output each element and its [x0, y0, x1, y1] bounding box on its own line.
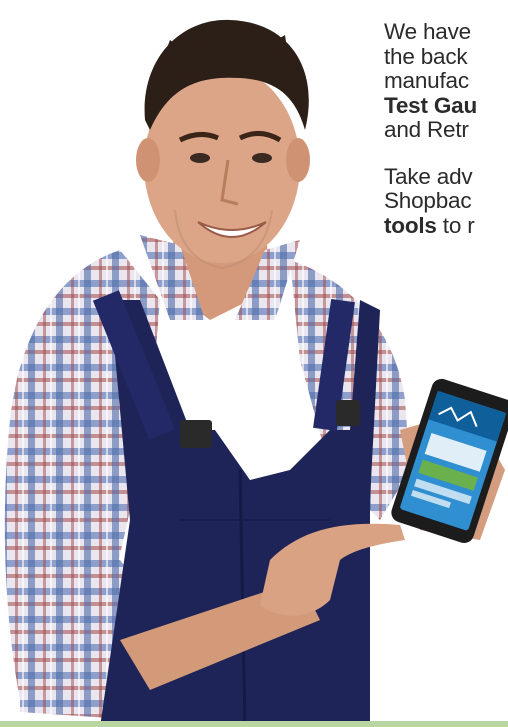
- intro-line-5: and Retr: [384, 117, 469, 142]
- advertisement-page: We have the back manufac Test Gau and Re…: [0, 0, 508, 727]
- overalls-buckle-left: [180, 420, 212, 448]
- cta-line-3-rest: to r: [436, 212, 475, 238]
- bottom-strip: [0, 721, 508, 727]
- cta-bold-word: tools: [384, 212, 437, 238]
- intro-line-4: Test Gau: [384, 92, 478, 118]
- ad-copy: We have the back manufac Test Gau and Re…: [384, 19, 508, 254]
- overalls-buckle-right: [336, 400, 360, 426]
- cta-paragraph: Take adv Shopbac tools to r: [384, 163, 508, 239]
- intro-line-1: We have: [384, 19, 471, 44]
- intro-line-2: the back: [384, 43, 468, 69]
- cta-line-1: Take adv: [384, 163, 473, 189]
- intro-line-3: manufac: [384, 68, 469, 93]
- cta-line-2: Shopbac: [384, 188, 472, 213]
- cta-line-3: tools to r: [384, 212, 508, 239]
- intro-paragraph: We have the back manufac Test Gau and Re…: [384, 19, 508, 143]
